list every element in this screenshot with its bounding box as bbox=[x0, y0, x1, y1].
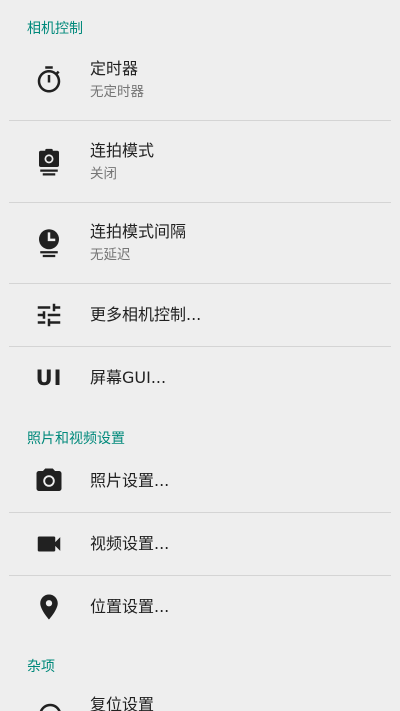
reset-icon bbox=[34, 700, 64, 711]
divider bbox=[9, 120, 391, 121]
pref-photo-settings[interactable]: 照片设置... bbox=[0, 452, 400, 510]
pref-burst-mode[interactable]: 连拍模式 关闭 bbox=[0, 138, 400, 200]
divider bbox=[9, 512, 391, 513]
divider bbox=[9, 202, 391, 203]
pref-photo-settings-title: 照片设置... bbox=[90, 471, 170, 490]
clock-interval-icon bbox=[34, 228, 64, 258]
pref-burst-interval-summary: 无延迟 bbox=[90, 247, 131, 263]
location-pin-icon bbox=[34, 592, 64, 622]
burst-camera-icon bbox=[34, 147, 64, 177]
pref-reset-settings[interactable]: 复位设置 bbox=[0, 680, 400, 711]
pref-burst-interval-title: 连拍模式间隔 bbox=[90, 222, 187, 241]
divider bbox=[9, 283, 391, 284]
videocam-icon bbox=[34, 529, 64, 559]
pref-screen-gui-title: 屏幕GUI... bbox=[90, 368, 167, 387]
pref-timer[interactable]: 定时器 无定时器 bbox=[0, 56, 400, 118]
camera-icon bbox=[34, 466, 64, 496]
divider bbox=[9, 575, 391, 576]
pref-location-settings-title: 位置设置... bbox=[90, 597, 170, 616]
pref-burst-interval[interactable]: 连拍模式间隔 无延迟 bbox=[0, 219, 400, 281]
pref-burst-mode-title: 连拍模式 bbox=[90, 141, 155, 160]
pref-location-settings[interactable]: 位置设置... bbox=[0, 578, 400, 636]
pref-timer-summary: 无定时器 bbox=[90, 84, 144, 100]
pref-screen-gui[interactable]: UI 屏幕GUI... bbox=[0, 349, 400, 407]
sliders-icon bbox=[34, 300, 64, 330]
section-header-camera-control: 相机控制 bbox=[27, 21, 83, 37]
pref-video-settings-title: 视频设置... bbox=[90, 534, 170, 553]
divider bbox=[9, 346, 391, 347]
pref-more-camera-controls[interactable]: 更多相机控制... bbox=[0, 286, 400, 344]
timer-icon bbox=[34, 65, 64, 95]
section-header-misc: 杂项 bbox=[27, 659, 55, 675]
settings-screen: 相机控制 定时器 无定时器 连拍模式 关闭 连拍模式间隔 无延迟 更多相机控制.… bbox=[0, 0, 400, 711]
pref-timer-title: 定时器 bbox=[90, 59, 139, 78]
section-header-photo-video: 照片和视频设置 bbox=[27, 431, 125, 447]
pref-burst-mode-summary: 关闭 bbox=[90, 166, 117, 182]
pref-reset-settings-title: 复位设置 bbox=[90, 695, 155, 711]
pref-more-camera-controls-title: 更多相机控制... bbox=[90, 305, 202, 324]
ui-icon: UI bbox=[35, 366, 63, 390]
pref-video-settings[interactable]: 视频设置... bbox=[0, 515, 400, 573]
